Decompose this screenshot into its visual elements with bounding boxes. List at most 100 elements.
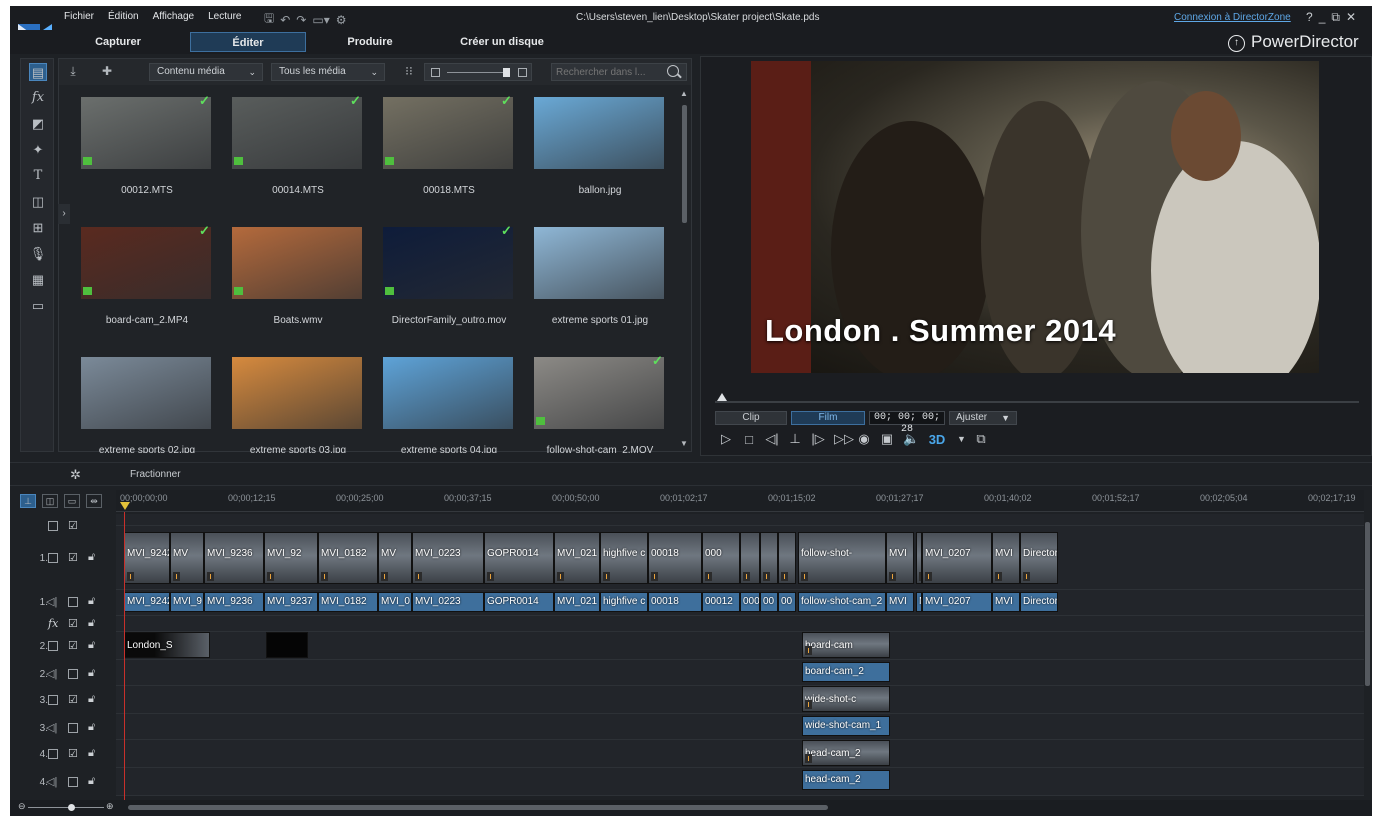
timeline-ruler[interactable]: 00;00;00;00 00;00;12;15 00;00;25;00 00;00;3…: [116, 490, 1364, 512]
video-track-2[interactable]: London_S board-cam: [116, 632, 1364, 660]
video-clip[interactable]: MVI: [992, 532, 1020, 584]
audio-track-3[interactable]: wide-shot-cam_1: [116, 714, 1364, 740]
seek-handle[interactable]: [717, 393, 727, 401]
menu-affichage[interactable]: Affichage: [153, 11, 195, 22]
zoom-knob[interactable]: [68, 804, 75, 811]
transition-room-icon[interactable]: ◫: [29, 193, 47, 211]
zoom-in-icon[interactable]: ⊕: [106, 801, 114, 812]
video-clip[interactable]: MVI_92: [264, 532, 318, 584]
video-track-3[interactable]: wide-shot-c: [116, 686, 1364, 714]
video-clip[interactable]: highfive c: [600, 532, 648, 584]
video-clip[interactable]: follow-shot-: [798, 532, 886, 584]
next-frame-icon[interactable]: |▷: [811, 431, 825, 447]
scroll-down-icon[interactable]: ▼: [680, 439, 688, 448]
directorzone-link[interactable]: Connexion à DirectorZone: [1174, 12, 1291, 23]
audio-track-4[interactable]: head-cam_2: [116, 768, 1364, 796]
lock-icon[interactable]: 🔓︎: [88, 721, 95, 734]
audio-mixing-room-icon[interactable]: ⊞: [29, 219, 47, 237]
3d-mode-button[interactable]: 3D: [926, 432, 948, 447]
video-clip[interactable]: [266, 632, 308, 658]
audio-clip[interactable]: follow-shot-cam_2: [798, 592, 886, 612]
slider-knob[interactable]: [503, 68, 510, 77]
media-item[interactable]: ✓ 00012.MTS: [59, 93, 211, 213]
audio-track-1[interactable]: MVI_9242 MVI_9 MVI_9236 MVI_9237 MVI_0182 MVI…: [116, 590, 1364, 616]
preview-seekbar[interactable]: [715, 393, 1359, 403]
video-clip[interactable]: 000: [702, 532, 740, 584]
lock-icon[interactable]: 🔓︎: [88, 639, 95, 652]
audio-clip[interactable]: MVI_0207: [922, 592, 992, 612]
video-clip[interactable]: [778, 532, 796, 584]
video-clip[interactable]: MV: [378, 532, 412, 584]
upgrade-icon[interactable]: ↑: [1228, 35, 1245, 52]
undo-icon[interactable]: ↶: [280, 13, 290, 27]
particle-room-icon[interactable]: ✦: [29, 141, 47, 159]
video-clip[interactable]: MVI_0207: [922, 532, 992, 584]
timecode-display[interactable]: 00; 00; 00; 28: [869, 411, 945, 435]
video-track-4[interactable]: head-cam_2: [116, 740, 1364, 768]
library-scrollbar[interactable]: ▲ ▼: [679, 87, 689, 451]
audio-clip[interactable]: head-cam_2: [802, 770, 890, 790]
media-room-icon[interactable]: ▤: [29, 63, 47, 81]
video-clip[interactable]: MVI_021: [554, 532, 600, 584]
tab-editer[interactable]: Éditer: [190, 32, 306, 52]
track-enable-checkbox[interactable]: ☑: [68, 519, 78, 532]
audio-track-2[interactable]: board-cam_2: [116, 660, 1364, 686]
lock-icon[interactable]: 🔓︎: [88, 667, 95, 680]
track-enable-checkbox[interactable]: ☑: [68, 551, 78, 564]
fx-track[interactable]: [116, 616, 1364, 632]
lock-icon[interactable]: 🔓︎: [88, 747, 95, 760]
zoom-out-icon[interactable]: ⊖: [18, 801, 26, 812]
media-item[interactable]: extreme sports 04.jpg: [361, 353, 513, 453]
media-item[interactable]: ✓ 00018.MTS: [361, 93, 513, 213]
track-enable-checkbox[interactable]: ☑: [68, 639, 78, 652]
audio-clip[interactable]: 00: [778, 592, 796, 612]
undock-icon[interactable]: ⧉: [974, 431, 988, 447]
video-clip[interactable]: [760, 532, 778, 584]
thumbnail-size-slider[interactable]: [424, 63, 532, 81]
video-clip[interactable]: board-cam: [802, 632, 890, 658]
video-clip[interactable]: MVI_9236: [204, 532, 264, 584]
track-manager-icon[interactable]: ▭: [64, 494, 80, 508]
lock-icon[interactable]: 🔓︎: [88, 551, 95, 564]
effects-room-icon[interactable]: fx: [29, 89, 47, 107]
aspect-ratio-icon[interactable]: ▭▾: [312, 13, 329, 27]
audio-clip[interactable]: MVI: [992, 592, 1020, 612]
timeline-vertical-scrollbar[interactable]: [1364, 512, 1372, 802]
audio-clip[interactable]: MVI_021: [554, 592, 600, 612]
track-enable-checkbox[interactable]: ☑: [68, 617, 78, 630]
audio-clip[interactable]: 000: [740, 592, 760, 612]
close-icon[interactable]: ✕: [1346, 10, 1356, 25]
select-all-icon[interactable]: [48, 521, 58, 531]
track-enable-checkbox[interactable]: [68, 777, 78, 787]
audio-clip[interactable]: 00018: [648, 592, 702, 612]
grid-view-icon[interactable]: ⁝⁝: [401, 64, 417, 80]
expand-panel-icon[interactable]: ›: [58, 204, 70, 224]
audio-clip[interactable]: 00012: [702, 592, 740, 612]
audio-clip[interactable]: board-cam_2: [802, 662, 890, 682]
media-item[interactable]: ballon.jpg: [512, 93, 664, 213]
stop-icon[interactable]: □: [742, 432, 756, 447]
track-enable-checkbox[interactable]: [68, 669, 78, 679]
media-item[interactable]: ✓ board-cam_2.MP4: [59, 223, 211, 343]
audio-clip[interactable]: MVI_0: [378, 592, 412, 612]
timeline-view-icon[interactable]: ⊥: [20, 494, 36, 508]
import-media-icon[interactable]: ⤓: [65, 64, 81, 80]
voice-over-icon[interactable]: 🎙: [29, 245, 47, 263]
media-item[interactable]: ✓ 00014.MTS: [210, 93, 362, 213]
previous-frame-icon[interactable]: ◁|: [765, 431, 779, 447]
video-clip[interactable]: London_S: [124, 632, 210, 658]
video-clip[interactable]: MVI_0223: [412, 532, 484, 584]
lock-icon[interactable]: 🔓︎: [88, 775, 95, 788]
subtitle-room-icon[interactable]: ▭: [29, 297, 47, 315]
plugin-icon[interactable]: ✚: [99, 64, 115, 80]
fit-timeline-icon[interactable]: ⇹: [86, 494, 102, 508]
title-room-icon[interactable]: T: [29, 167, 47, 185]
split-icon[interactable]: ⊥: [788, 431, 802, 447]
magic-tools-icon[interactable]: ✲: [70, 467, 81, 483]
tab-creer-disque[interactable]: Créer un disque: [442, 32, 562, 52]
playhead-marker[interactable]: [120, 502, 130, 510]
film-mode-button[interactable]: Film: [791, 411, 865, 425]
lock-icon[interactable]: 🔓︎: [88, 595, 95, 608]
video-clip[interactable]: MVI: [886, 532, 914, 584]
video-clip[interactable]: DirectorFa: [1020, 532, 1058, 584]
